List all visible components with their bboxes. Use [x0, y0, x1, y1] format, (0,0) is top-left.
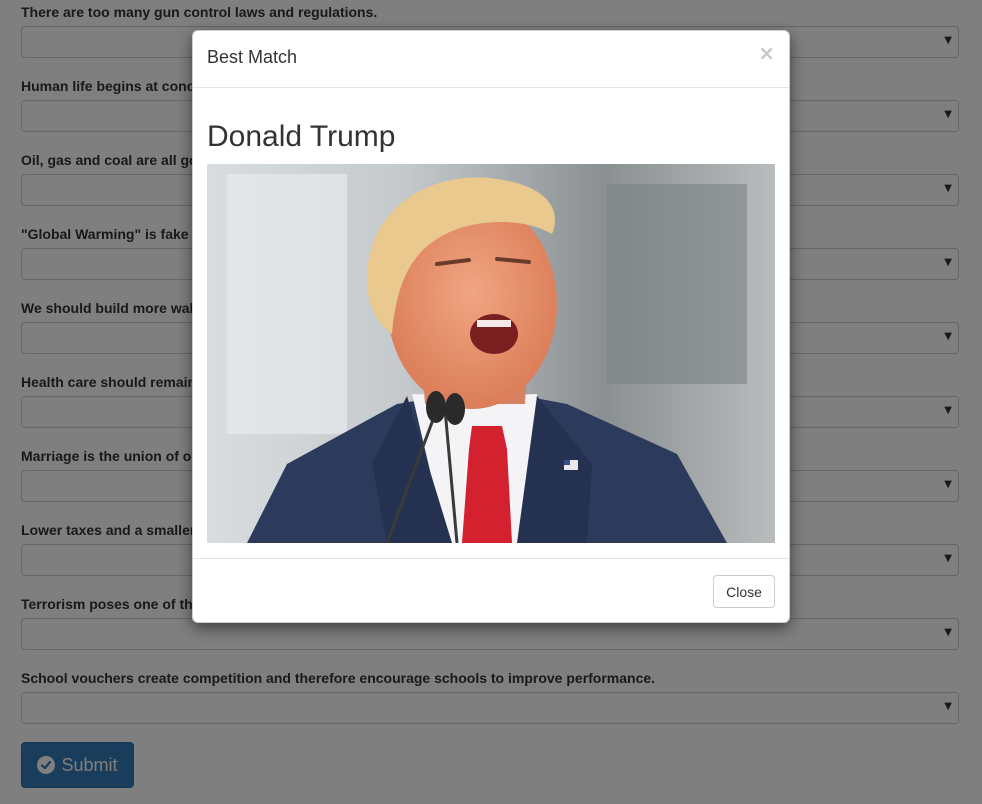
- candidate-name: Donald Trump: [207, 120, 396, 153]
- best-match-modal: Best Match × Donald Trump Close: [192, 30, 790, 623]
- close-icon[interactable]: ×: [758, 43, 775, 63]
- modal-header: Best Match ×: [193, 31, 789, 88]
- candidate-photo: [207, 164, 775, 543]
- modal-footer: Close: [193, 558, 789, 623]
- candidate-photo-illustration: [207, 164, 775, 543]
- close-button[interactable]: Close: [713, 575, 775, 608]
- modal-title: Best Match: [207, 47, 298, 67]
